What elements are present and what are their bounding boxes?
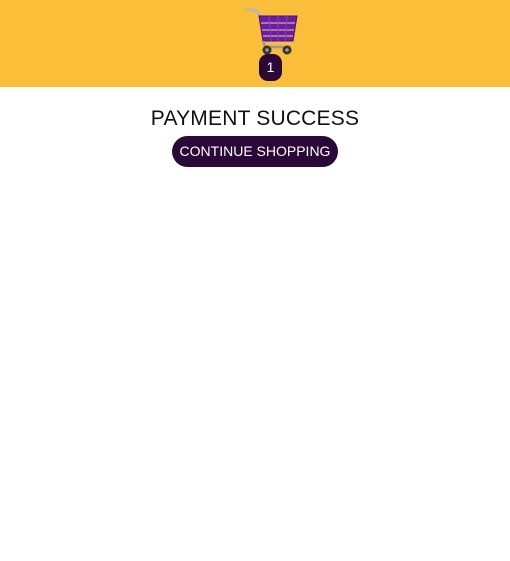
cart-count-badge: 1 [259,54,282,81]
continue-shopping-button[interactable]: CONTINUE SHOPPING [171,136,339,167]
page-title: PAYMENT SUCCESS [150,107,360,130]
shopping-cart-icon [245,7,298,55]
cart-button[interactable] [245,5,299,57]
main-content: PAYMENT SUCCESS CONTINUE SHOPPING [0,87,510,167]
top-header: 1 [0,0,510,87]
